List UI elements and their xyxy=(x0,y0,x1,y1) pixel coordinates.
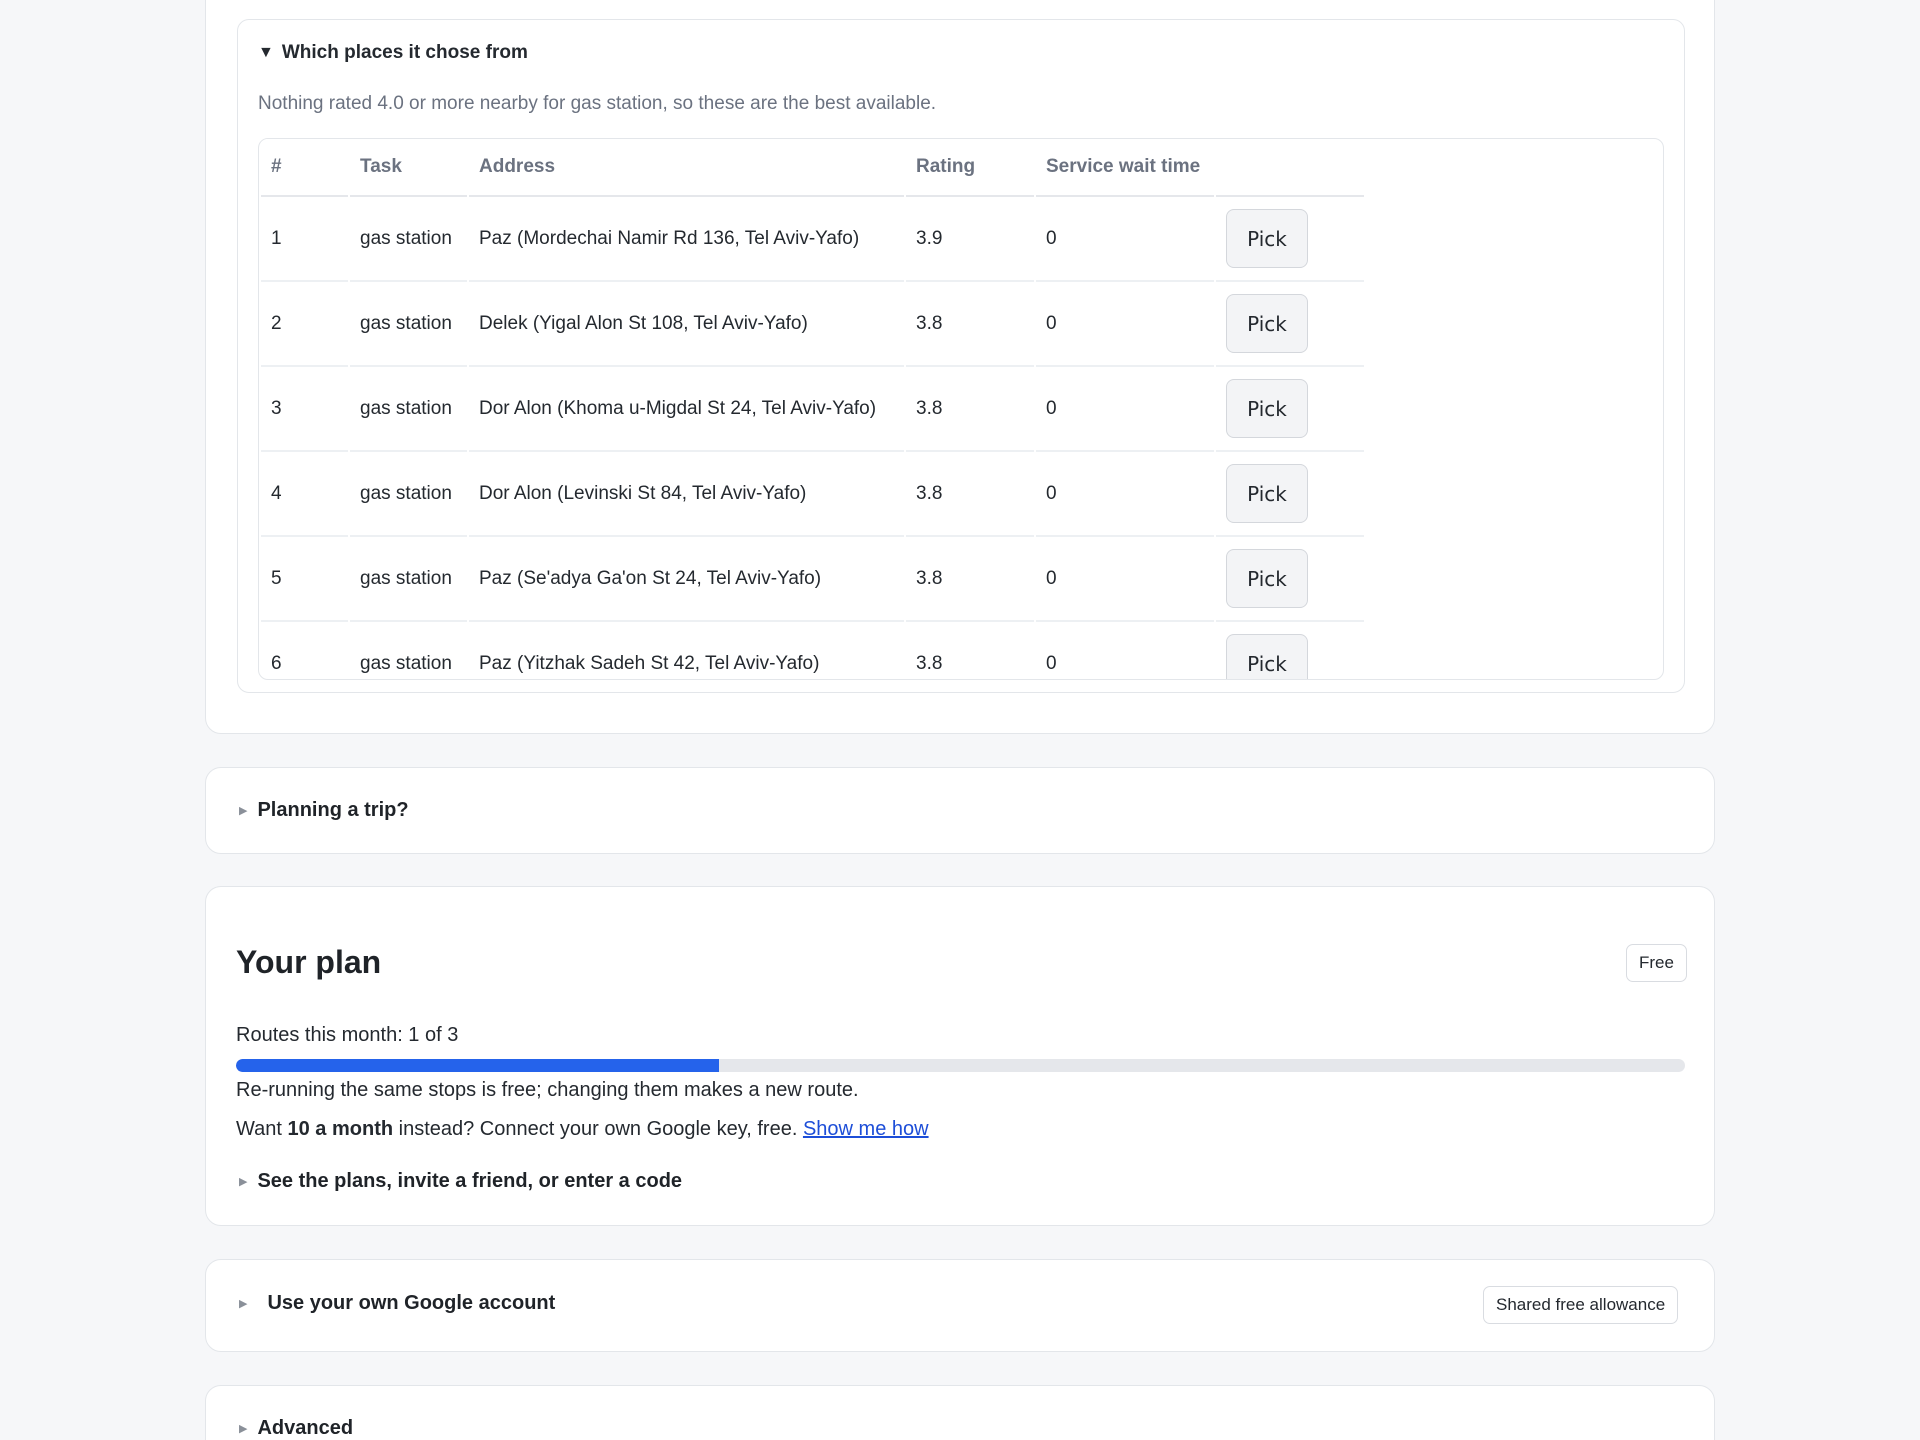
places-summary-label: Which places it chose from xyxy=(281,42,528,63)
pick-button[interactable]: Pick xyxy=(1226,209,1308,268)
routes-progress-fill xyxy=(236,1059,719,1072)
plan-title: Your plan xyxy=(236,944,382,980)
cell-wait-time: 0 xyxy=(1036,197,1214,282)
triangle-down-icon: ▼ xyxy=(258,44,274,61)
advanced-card: ▶ Advanced xyxy=(205,1385,1715,1440)
show-me-how-link[interactable]: Show me how xyxy=(803,1118,929,1140)
advanced-toggle[interactable]: ▶ Advanced xyxy=(239,1417,353,1440)
table-header-row: # Task Address Rating Service wait time xyxy=(261,139,1364,197)
cell-address: Dor Alon (Khoma u-Migdal St 24, Tel Aviv… xyxy=(469,367,904,452)
cell-task: gas station xyxy=(350,197,467,282)
cell-action: Pick xyxy=(1216,537,1364,622)
col-header-action xyxy=(1216,139,1364,197)
places-table: # Task Address Rating Service wait time … xyxy=(259,139,1366,679)
triangle-right-icon: ▶ xyxy=(239,1423,248,1435)
cell-number: 4 xyxy=(261,452,348,537)
cell-address: Dor Alon (Levinski St 84, Tel Aviv-Yafo) xyxy=(469,452,904,537)
cell-number: 6 xyxy=(261,622,348,679)
cell-number: 2 xyxy=(261,282,348,367)
plan-card: Your plan Free Routes this month: 1 of 3… xyxy=(205,886,1715,1226)
cell-action: Pick xyxy=(1216,452,1364,537)
upgrade-suffix: instead? Connect your own Google key, fr… xyxy=(393,1118,803,1140)
pick-button[interactable]: Pick xyxy=(1226,549,1308,608)
routes-usage-text: Routes this month: 1 of 3 xyxy=(236,1024,459,1046)
plans-toggle[interactable]: ▶ See the plans, invite a friend, or ent… xyxy=(239,1170,682,1193)
upgrade-prefix: Want xyxy=(236,1118,288,1140)
table-row: 6 gas station Paz (Yitzhak Sadeh St 42, Te… xyxy=(261,622,1364,679)
table-row: 4 gas station Dor Alon (Levinski St 84, Te… xyxy=(261,452,1364,537)
pick-button[interactable]: Pick xyxy=(1226,464,1308,523)
cell-task: gas station xyxy=(350,622,467,679)
table-row: 3 gas station Dor Alon (Khoma u-Migdal St … xyxy=(261,367,1364,452)
trip-toggle[interactable]: ▶ Planning a trip? xyxy=(239,799,409,822)
cell-rating: 3.8 xyxy=(906,537,1034,622)
results-card: ▼ Which places it chose from Nothing rat… xyxy=(205,0,1715,734)
routes-progress-bar xyxy=(236,1059,1685,1072)
cell-action: Pick xyxy=(1216,367,1364,452)
cell-wait-time: 0 xyxy=(1036,537,1214,622)
col-header-wait-time: Service wait time xyxy=(1036,139,1214,197)
cell-number: 5 xyxy=(261,537,348,622)
cell-address: Delek (Yigal Alon St 108, Tel Aviv-Yafo) xyxy=(469,282,904,367)
triangle-right-icon: ▶ xyxy=(239,805,248,817)
pick-button[interactable]: Pick xyxy=(1226,294,1308,353)
places-note: Nothing rated 4.0 or more nearby for gas… xyxy=(258,93,937,114)
google-account-card: ▶ Use your own Google account Shared fre… xyxy=(205,1259,1715,1352)
cell-action: Pick xyxy=(1216,197,1364,282)
cell-rating: 3.8 xyxy=(906,282,1034,367)
cell-rating: 3.8 xyxy=(906,452,1034,537)
triangle-right-icon: ▶ xyxy=(239,1298,248,1310)
pick-button[interactable]: Pick xyxy=(1226,379,1308,438)
cell-task: gas station xyxy=(350,367,467,452)
cell-task: gas station xyxy=(350,452,467,537)
cell-task: gas station xyxy=(350,282,467,367)
cell-wait-time: 0 xyxy=(1036,282,1214,367)
table-row: 5 gas station Paz (Se'adya Ga'on St 24, Te… xyxy=(261,537,1364,622)
places-details-panel: ▼ Which places it chose from Nothing rat… xyxy=(237,19,1685,693)
plans-toggle-label: See the plans, invite a friend, or enter… xyxy=(257,1170,683,1192)
cell-address: Paz (Mordechai Namir Rd 136, Tel Aviv-Ya… xyxy=(469,197,904,282)
cell-action: Pick xyxy=(1216,282,1364,367)
allowance-badge: Shared free allowance xyxy=(1483,1286,1679,1324)
places-table-container[interactable]: # Task Address Rating Service wait time … xyxy=(258,138,1664,680)
table-row: 2 gas station Delek (Yigal Alon St 108, Te… xyxy=(261,282,1364,367)
cell-rating: 3.8 xyxy=(906,367,1034,452)
trip-label: Planning a trip? xyxy=(257,799,409,821)
places-summary-toggle[interactable]: ▼ Which places it chose from xyxy=(258,42,528,64)
col-header-number: # xyxy=(261,139,348,197)
rerun-note: Re-running the same stops is free; chang… xyxy=(236,1079,859,1101)
cell-action: Pick xyxy=(1216,622,1364,679)
pick-button[interactable]: Pick xyxy=(1226,634,1308,679)
triangle-right-icon: ▶ xyxy=(239,1176,248,1188)
col-header-rating: Rating xyxy=(906,139,1034,197)
plan-badge: Free xyxy=(1626,944,1687,982)
cell-address: Paz (Yitzhak Sadeh St 42, Tel Aviv-Yafo) xyxy=(469,622,904,679)
advanced-label: Advanced xyxy=(257,1417,354,1439)
cell-number: 1 xyxy=(261,197,348,282)
google-account-label: Use your own Google account xyxy=(267,1292,556,1314)
cell-task: gas station xyxy=(350,537,467,622)
table-row: 1 gas station Paz (Mordechai Namir Rd 136,… xyxy=(261,197,1364,282)
col-header-task: Task xyxy=(350,139,467,197)
cell-number: 3 xyxy=(261,367,348,452)
cell-wait-time: 0 xyxy=(1036,622,1214,679)
cell-wait-time: 0 xyxy=(1036,452,1214,537)
cell-rating: 3.8 xyxy=(906,622,1034,679)
col-header-address: Address xyxy=(469,139,904,197)
upgrade-line: Want 10 a month instead? Connect your ow… xyxy=(236,1118,929,1141)
google-account-toggle[interactable]: ▶ Use your own Google account xyxy=(239,1292,555,1315)
cell-rating: 3.9 xyxy=(906,197,1034,282)
trip-card: ▶ Planning a trip? xyxy=(205,767,1715,854)
cell-wait-time: 0 xyxy=(1036,367,1214,452)
upgrade-amount: 10 a month xyxy=(287,1118,394,1140)
cell-address: Paz (Se'adya Ga'on St 24, Tel Aviv-Yafo) xyxy=(469,537,904,622)
